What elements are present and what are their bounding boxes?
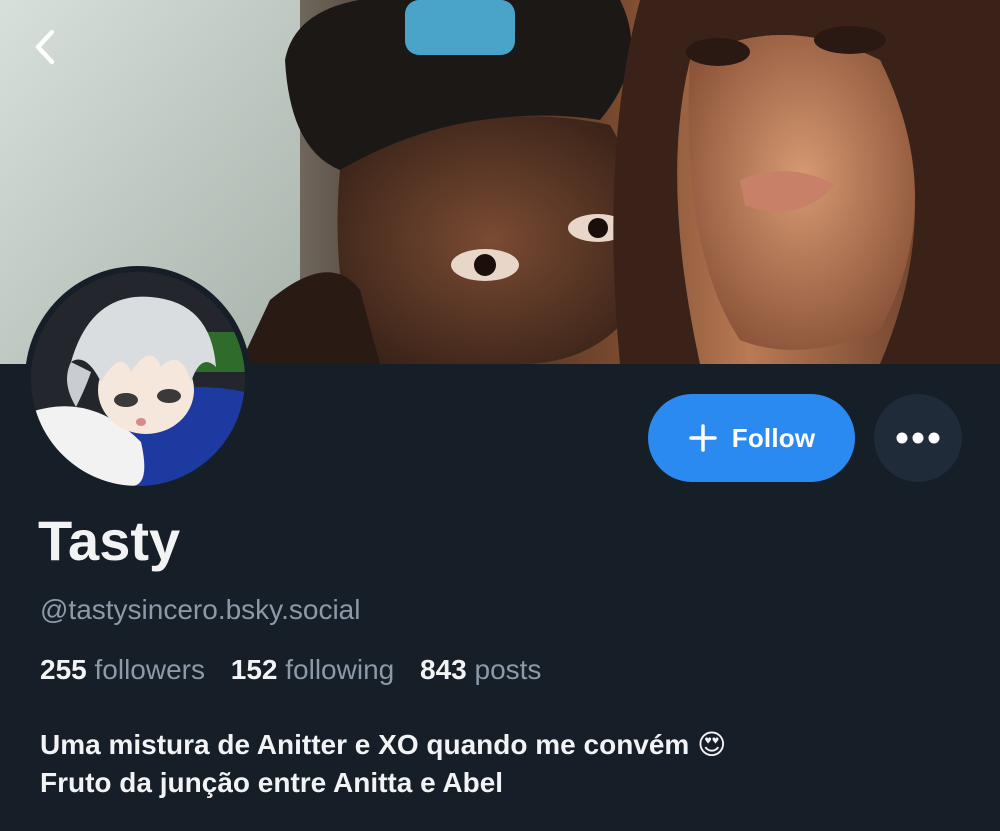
posts-count: 843 <box>420 654 467 685</box>
following-count: 152 <box>230 654 278 685</box>
followers-stat[interactable]: 255 followers <box>40 654 205 686</box>
followers-count: 255 <box>40 654 87 685</box>
following-stat[interactable]: 152 following <box>231 654 394 686</box>
followers-label: followers <box>94 654 205 685</box>
bio-line-1: Uma mistura de Anitter e XO quando me co… <box>40 729 727 760</box>
chevron-left-icon <box>35 29 55 65</box>
follow-button[interactable]: Follow <box>648 394 855 482</box>
back-button[interactable] <box>20 22 70 72</box>
ellipsis-icon <box>896 432 940 444</box>
plus-icon <box>688 424 717 452</box>
profile-bio: Uma mistura de Anitter e XO quando me co… <box>40 726 726 802</box>
profile-handle: @tastysincero.bsky.social <box>40 594 361 625</box>
avatar-image <box>31 272 245 486</box>
following-label: following <box>285 654 395 685</box>
profile-stats: 255 followers 152 following 843 posts <box>40 654 559 686</box>
follow-button-label: Follow <box>731 422 816 453</box>
posts-stat: 843 posts <box>420 654 541 686</box>
display-name: Tasty <box>38 509 181 572</box>
posts-label: posts <box>474 654 542 685</box>
more-options-button[interactable] <box>874 394 962 482</box>
bio-line-2: Fruto da junção entre Anitta e Abel <box>40 767 504 798</box>
avatar[interactable] <box>25 266 251 492</box>
